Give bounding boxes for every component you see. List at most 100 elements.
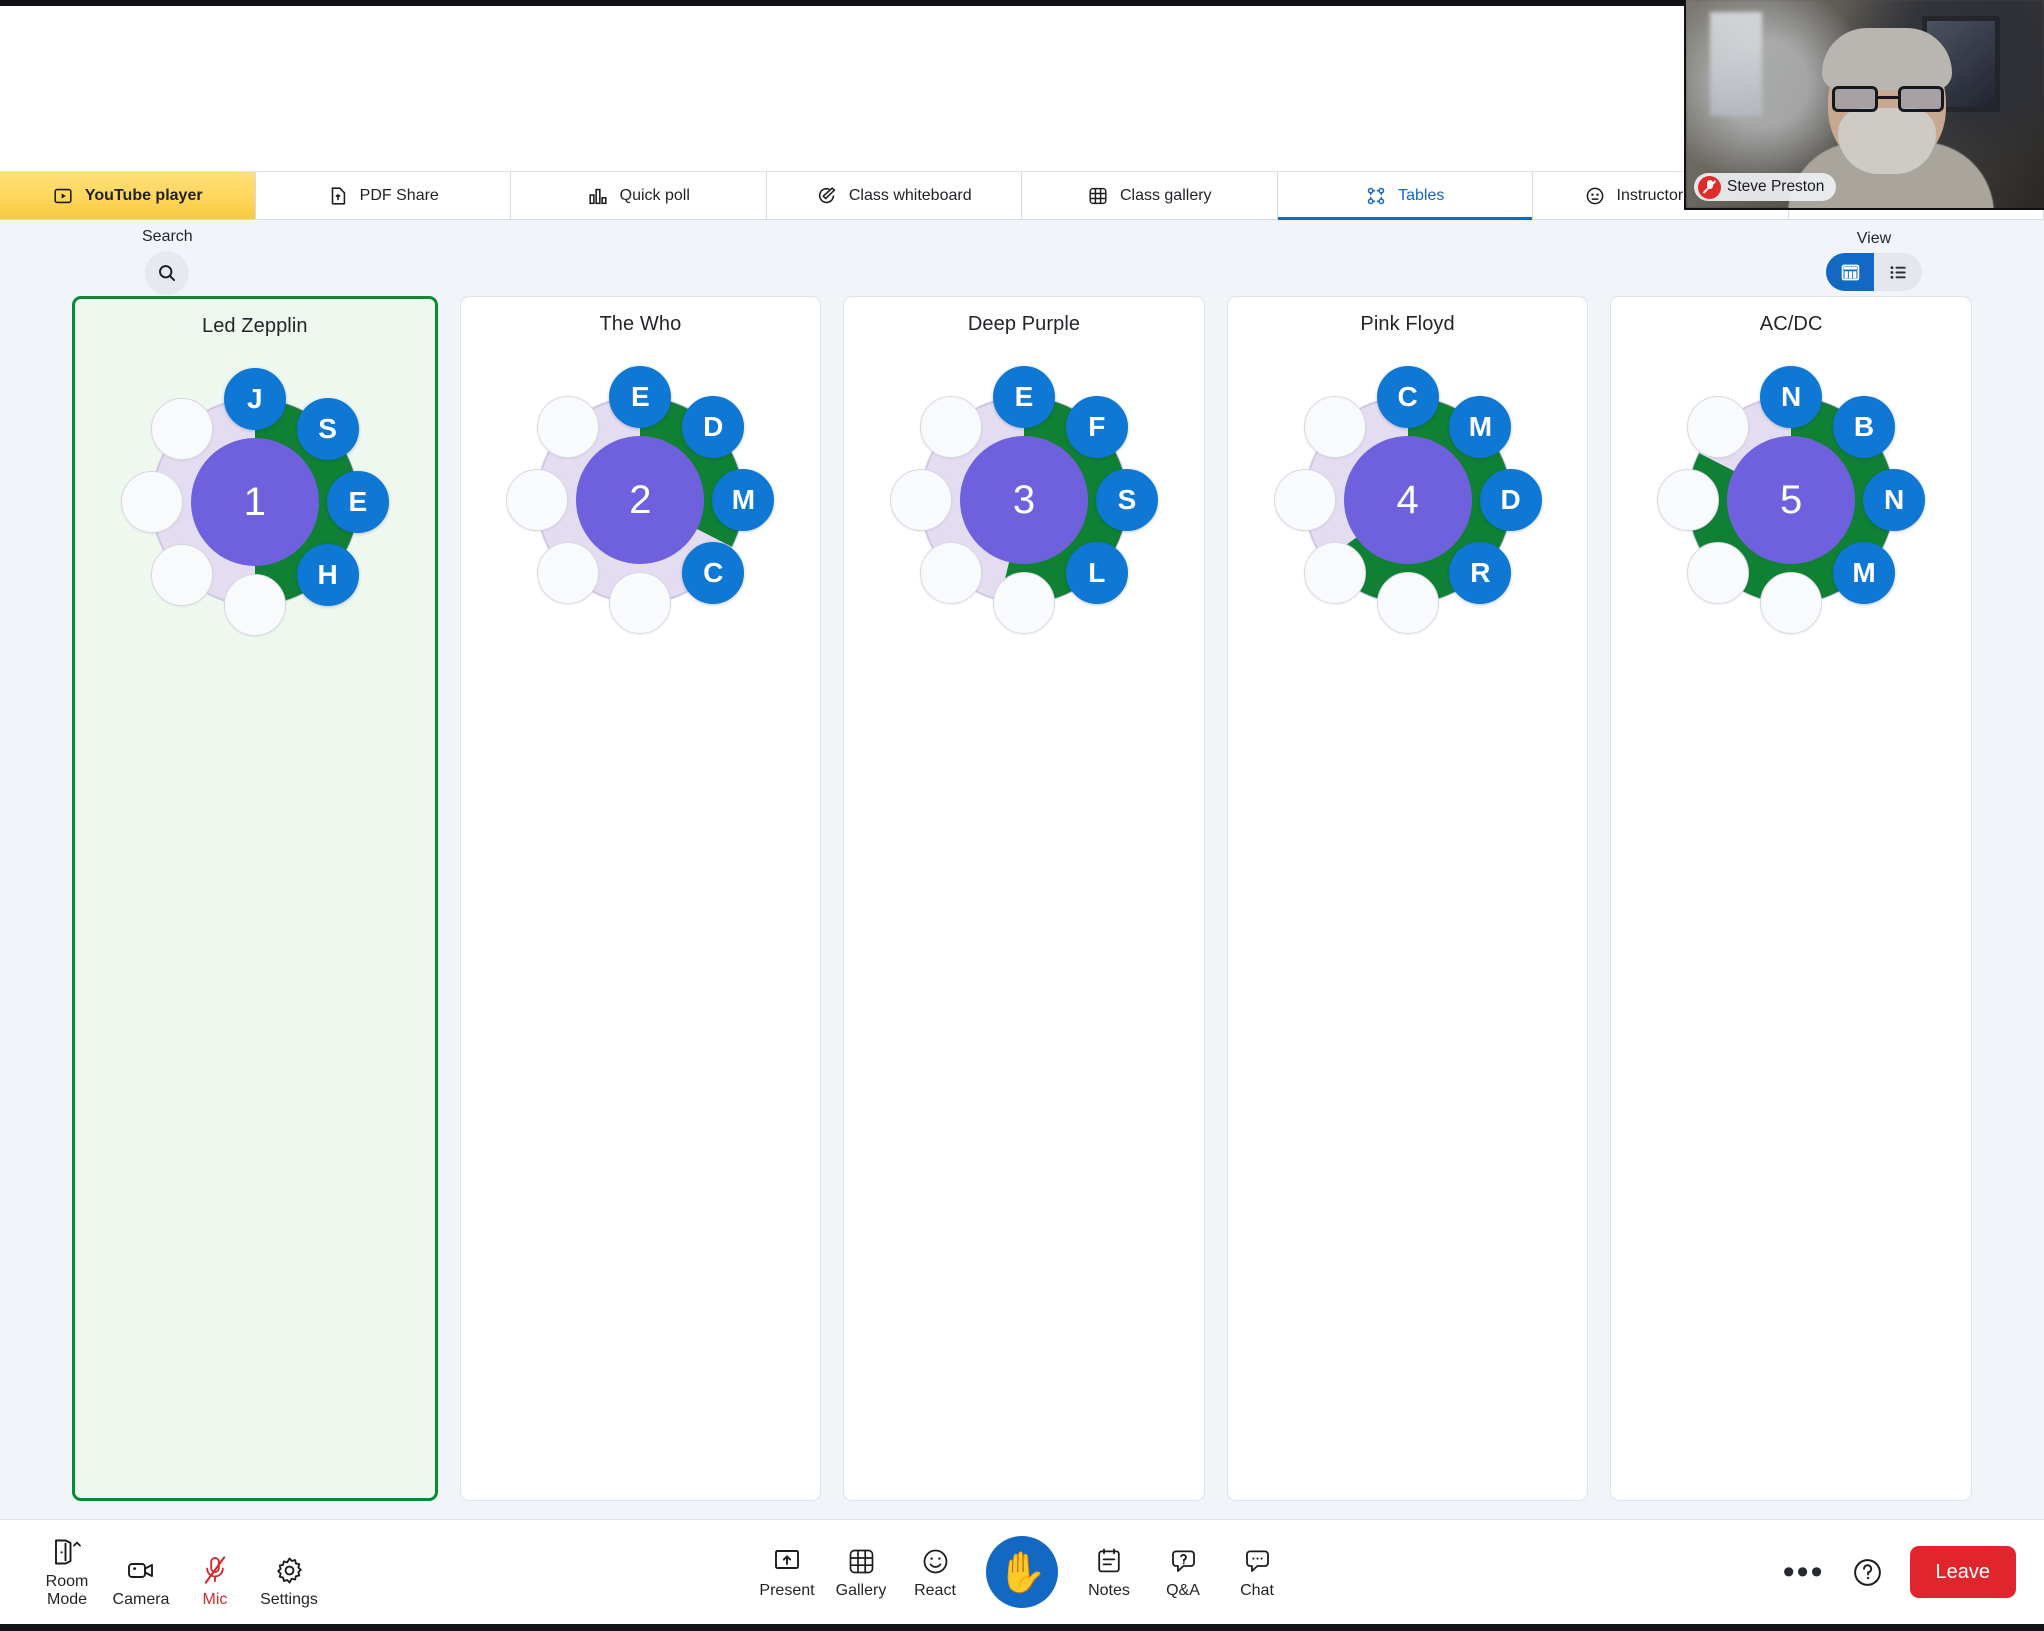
seat-occupied[interactable]: M [712, 469, 775, 531]
table-seating-diagram: 4 CMDR [1258, 350, 1558, 650]
present-icon [775, 1550, 799, 1569]
table-number[interactable]: 3 [959, 436, 1088, 564]
meeting-controls-bar: Room Mode Camera Mic Settings Present Ga… [0, 1519, 2044, 1624]
tables-toolbar: Search View [0, 220, 2044, 296]
search-button[interactable] [145, 251, 190, 295]
table-seating-diagram: 5NBNM [1641, 350, 1941, 650]
table-title: Deep Purple [967, 313, 1081, 335]
seat-empty[interactable] [536, 396, 599, 459]
seat-occupied[interactable]: B [1833, 396, 1895, 459]
seat-occupied[interactable]: R [1449, 541, 1512, 604]
seat-empty[interactable] [150, 543, 213, 606]
mic-off-icon [1698, 175, 1721, 199]
camera-label: Camera [112, 1591, 170, 1608]
view-mode-columns-button[interactable] [1826, 253, 1874, 291]
seat-occupied[interactable]: J [223, 368, 286, 430]
seat-occupied[interactable]: N [1863, 469, 1926, 531]
view-label: View [1856, 230, 1892, 247]
tab-class-whiteboard[interactable]: Class whiteboard [766, 172, 1022, 219]
view-mode-toggle[interactable] [1826, 253, 1922, 291]
tab-youtube-player[interactable]: YouTube player [0, 172, 256, 219]
table-card[interactable]: Pink Floyd 4 C M D R [1226, 296, 1589, 1501]
camera-icon [128, 1563, 153, 1578]
table-number[interactable]: 5 [1727, 436, 1856, 564]
seat-empty[interactable] [1303, 541, 1366, 604]
seat-occupied[interactable]: C [682, 541, 745, 604]
seat-empty[interactable] [150, 398, 213, 461]
mic-button[interactable]: Mic [178, 1549, 252, 1613]
seat-empty[interactable] [1303, 396, 1366, 459]
seat-occupied[interactable]: D [1479, 469, 1542, 531]
tab-label: Class gallery [1119, 186, 1212, 204]
seat-occupied[interactable]: M [1833, 541, 1895, 604]
seat-occupied[interactable]: L [1065, 541, 1128, 604]
seat-empty[interactable] [1760, 572, 1823, 634]
table-number[interactable]: 4 [1343, 436, 1472, 564]
seat-occupied[interactable]: N [1760, 366, 1823, 428]
present-label: Present [759, 1582, 815, 1599]
seat-occupied[interactable]: E [609, 366, 672, 428]
seat-occupied[interactable]: E [992, 366, 1055, 428]
tab-label: Quick poll [619, 186, 690, 204]
tab-quick-poll[interactable]: Quick poll [511, 172, 767, 219]
tab-pdf-share[interactable]: PDF Share [255, 172, 511, 219]
react-button[interactable]: React [898, 1540, 972, 1604]
columns-view-icon [1841, 264, 1859, 280]
table-card[interactable]: AC/DC 5 N B N M [1610, 296, 1972, 1501]
leave-button[interactable]: Leave [1909, 1546, 2016, 1598]
seat-occupied[interactable]: F [1065, 396, 1128, 459]
raise-hand-button[interactable]: ✋ [986, 1536, 1058, 1608]
participant-name: Steve Preston [1727, 178, 1825, 195]
seat-empty[interactable] [536, 541, 599, 604]
seat-occupied[interactable]: C [1376, 366, 1439, 428]
table-seating-diagram: 3 EFSL [874, 350, 1174, 650]
seat-empty[interactable] [120, 471, 183, 533]
table-card[interactable]: Deep Purple 3 E F S L [843, 296, 1205, 1501]
room-mode-button[interactable]: Room Mode [30, 1531, 104, 1613]
qa-button[interactable]: Q&A [1146, 1540, 1220, 1604]
table-title: The Who [599, 313, 682, 335]
tab-class-gallery[interactable]: Class gallery [1022, 172, 1278, 219]
table-card[interactable]: Led Zepplin 1 J S E H [72, 296, 438, 1501]
more-options-button[interactable]: ••• [1783, 1555, 1825, 1589]
seat-occupied[interactable]: M [1449, 396, 1512, 459]
notes-button[interactable]: Notes [1072, 1540, 1146, 1604]
table-title: AC/DC [1759, 313, 1823, 335]
seat-empty[interactable] [1687, 541, 1750, 604]
seat-empty[interactable] [889, 469, 952, 531]
gallery-button[interactable]: Gallery [824, 1540, 898, 1604]
help-button[interactable] [1851, 1556, 1884, 1589]
seat-empty[interactable] [609, 572, 672, 634]
react-label: React [914, 1582, 956, 1599]
seat-occupied[interactable]: D [682, 396, 745, 459]
chat-button[interactable]: Chat [1220, 1540, 1294, 1604]
self-view-video-tile[interactable]: Steve Preston [1684, 0, 2044, 210]
table-card[interactable]: The Who 2 E D M C [459, 296, 822, 1501]
settings-button[interactable]: Settings [252, 1549, 326, 1613]
tab-tables[interactable]: Tables [1277, 172, 1533, 220]
seat-empty[interactable] [1687, 396, 1750, 459]
seat-empty[interactable] [223, 574, 286, 636]
seat-occupied[interactable]: S [1095, 469, 1158, 531]
seat-occupied[interactable]: S [296, 398, 359, 461]
seat-empty[interactable] [920, 541, 983, 604]
seat-empty[interactable] [920, 396, 983, 459]
present-button[interactable]: Present [750, 1540, 824, 1604]
tables-panel: Search View Led Zepplin 1 J S E H The Wh… [0, 220, 2044, 1519]
seat-empty[interactable] [992, 572, 1055, 634]
view-mode-list-button[interactable] [1874, 253, 1922, 291]
seat-occupied[interactable]: E [326, 471, 389, 533]
participant-name-badge: Steve Preston [1694, 173, 1837, 201]
seat-empty[interactable] [1657, 469, 1720, 531]
table-title: Led Zepplin [201, 315, 308, 337]
tab-label: Tables [1398, 186, 1445, 204]
table-number[interactable]: 1 [190, 438, 319, 566]
pdf-share-icon [331, 186, 345, 205]
seat-occupied[interactable]: H [296, 543, 359, 606]
table-number[interactable]: 2 [576, 436, 705, 564]
seat-empty[interactable] [1376, 572, 1439, 634]
seat-empty[interactable] [1273, 469, 1336, 531]
content-stage: Steve Preston [0, 0, 2044, 210]
seat-empty[interactable] [506, 469, 569, 531]
camera-button[interactable]: Camera [104, 1549, 178, 1613]
